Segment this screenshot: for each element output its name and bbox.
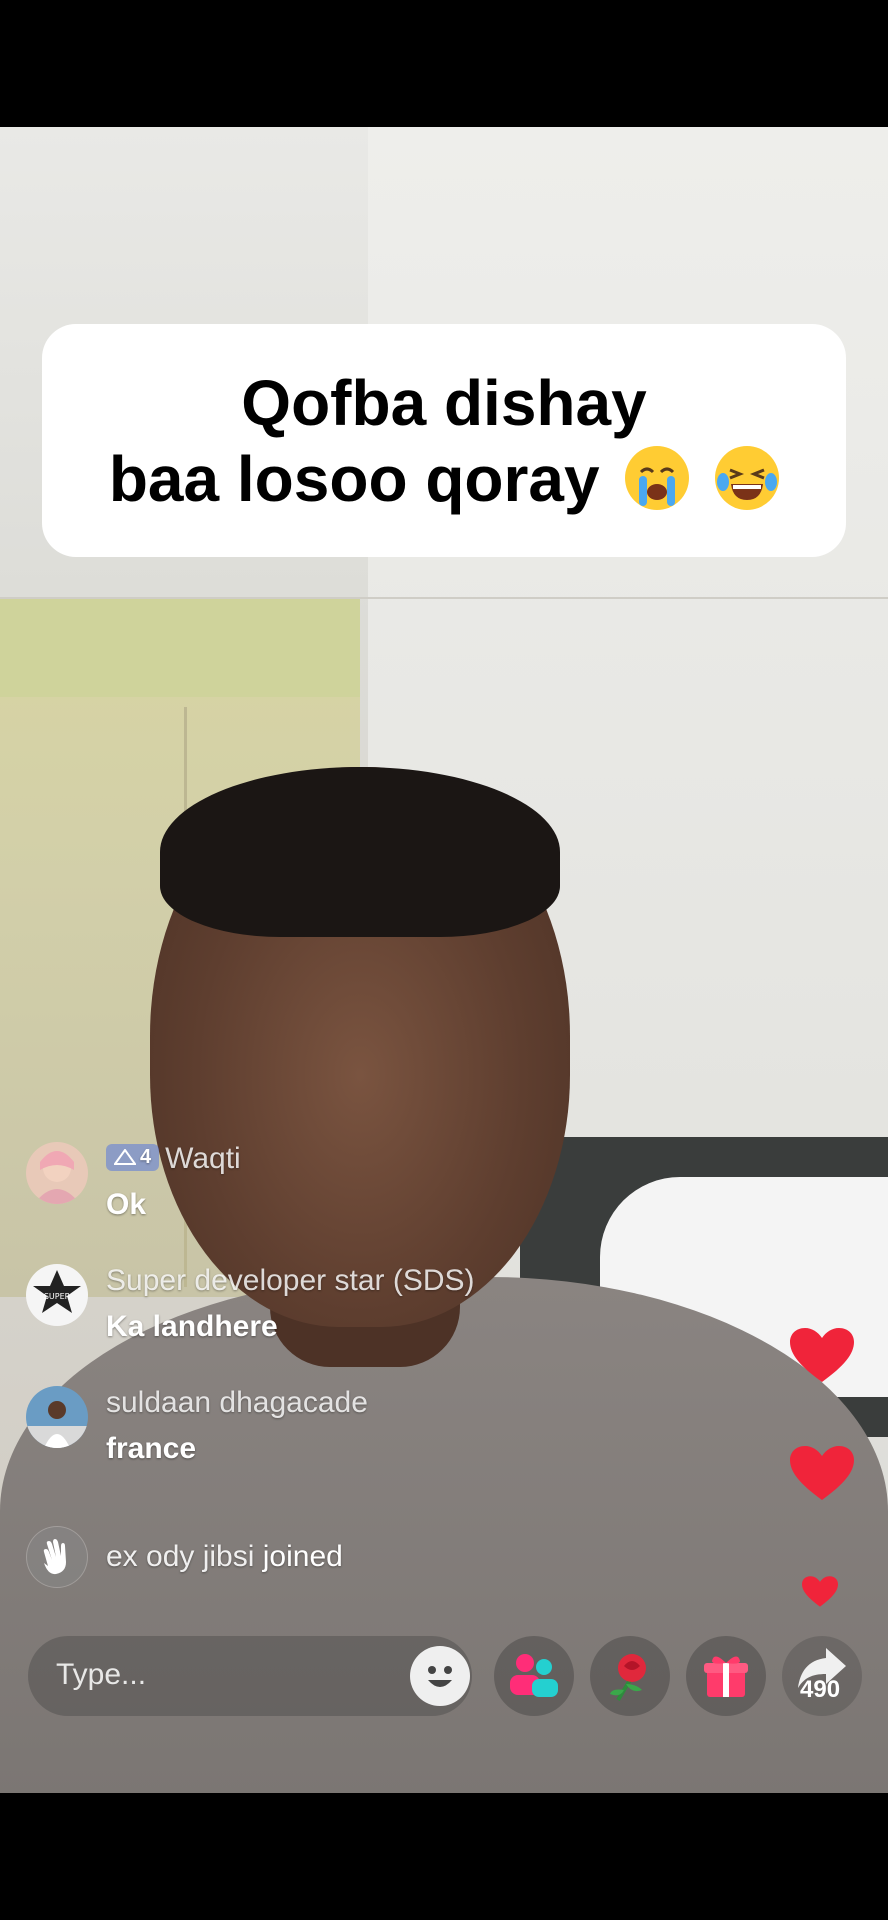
joined-label: joined: [262, 1540, 343, 1573]
chat-username-text: Waqti: [165, 1142, 241, 1175]
avatar[interactable]: SUPER: [26, 1264, 88, 1326]
wave-icon: [26, 1526, 88, 1588]
gift-button[interactable]: [686, 1636, 766, 1716]
heart-icon: [790, 1446, 854, 1507]
chat-username: Super developer star (SDS): [106, 1264, 475, 1297]
chat-username: suldaan dhagacade: [106, 1386, 368, 1419]
caption-line-2-wrap: baa losoo qoray: [108, 441, 780, 517]
chat-text: Ka landhere: [106, 1310, 278, 1343]
avatar[interactable]: [26, 1142, 88, 1204]
chat-message: suldaan dhagacade france: [26, 1386, 506, 1476]
comment-input[interactable]: Type...: [28, 1636, 472, 1716]
streamer-hair: [160, 767, 560, 937]
heart-icon: [790, 1328, 854, 1389]
svg-text:SUPER: SUPER: [44, 1292, 71, 1301]
emoji-icon: [412, 1648, 468, 1704]
caption-card: Qofba dishay baa losoo qoray: [42, 324, 846, 557]
chat-text: Ok: [106, 1188, 147, 1221]
friends-button[interactable]: [494, 1636, 574, 1716]
rose-icon: [610, 1654, 646, 1702]
chat-message: 4 Waqti Ok: [26, 1142, 446, 1232]
chat-text: france: [106, 1432, 197, 1465]
background-ceiling-line: [0, 597, 888, 599]
level-badge: 4: [106, 1143, 160, 1171]
caption-line-2: baa losoo qoray: [108, 442, 600, 515]
join-text: ex ody jibsi joined: [106, 1540, 343, 1574]
chat-message: SUPER Super developer star (SDS) Ka land…: [26, 1264, 546, 1354]
caption-line-1: Qofba dishay: [241, 366, 647, 439]
level-triangle-icon: [113, 1148, 137, 1166]
share-count: 490: [800, 1676, 841, 1703]
friends-icon: [510, 1654, 558, 1697]
join-notice: ex ody jibsi joined: [26, 1526, 446, 1588]
background-cabinet-top: [0, 597, 360, 697]
gift-icon: [704, 1656, 748, 1697]
level-number: 4: [140, 1145, 152, 1168]
crying-face-icon: [625, 445, 690, 510]
chat-username: 4 Waqti: [106, 1142, 241, 1176]
emoji-button[interactable]: [410, 1646, 470, 1706]
rose-button[interactable]: [590, 1636, 670, 1716]
avatar[interactable]: [26, 1386, 88, 1448]
laughing-tears-icon: [715, 445, 780, 510]
heart-icon: [802, 1576, 838, 1613]
joined-username: ex ody jibsi: [106, 1540, 255, 1573]
comment-placeholder: Type...: [56, 1658, 147, 1691]
